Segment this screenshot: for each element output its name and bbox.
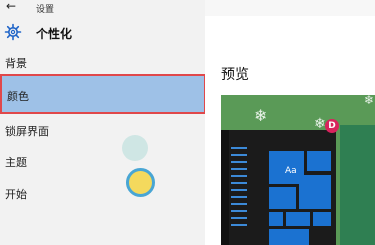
tile-wide (269, 229, 309, 245)
sidebar: 个性化 背景 颜色 锁屏界面 主题 开始 (0, 16, 206, 245)
sidebar-item-label: 背景 (5, 57, 27, 70)
section-header: 个性化 (0, 16, 205, 50)
sidebar-item-label: 开始 (5, 188, 27, 201)
tile-small (313, 212, 331, 226)
snowflake-icon: ❄ (364, 95, 375, 107)
tile-label: Aa (285, 166, 297, 176)
badge-icon: D (325, 119, 339, 133)
section-title: 个性化 (36, 27, 73, 41)
sidebar-item-background[interactable]: 背景 (0, 50, 205, 76)
tile-medium (299, 175, 331, 209)
app-list-preview (231, 147, 247, 231)
sidebar-item-label: 锁屏界面 (5, 125, 49, 138)
preview-image: ❄ ❄ ❄ (221, 95, 375, 245)
tile-medium (269, 187, 296, 209)
ornament-decoration (126, 168, 155, 197)
ornament-decoration (122, 135, 148, 161)
taskbar-preview (221, 130, 229, 245)
sidebar-item-themes[interactable]: 主题 (0, 149, 205, 175)
sidebar-item-label: 主题 (5, 156, 27, 169)
sidebar-item-start[interactable]: 开始 (0, 181, 205, 207)
preview-heading: 预览 (221, 67, 249, 83)
tile-small (307, 151, 331, 171)
back-arrow-icon[interactable]: ← (6, 0, 16, 13)
sidebar-item-label: 颜色 (7, 90, 29, 103)
snowflake-icon: ❄ (254, 106, 268, 125)
christmas-tree-decoration (340, 125, 375, 245)
sidebar-item-lock-screen[interactable]: 锁屏界面 (0, 118, 205, 144)
gear-icon (4, 23, 22, 41)
sidebar-item-colors[interactable]: 颜色 (0, 74, 206, 114)
app-title: 设置 (36, 5, 55, 15)
tile-small (269, 212, 283, 226)
tile-small (286, 212, 310, 226)
